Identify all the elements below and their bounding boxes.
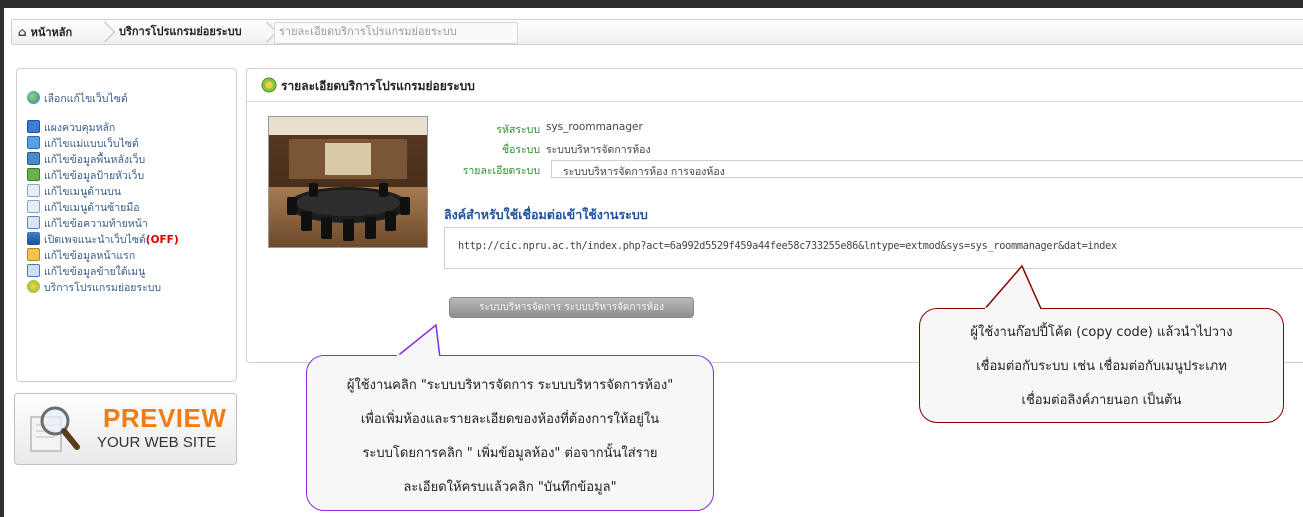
sidebar-item-template[interactable]: แก้ไขแม่แบบเว็บไซต์ xyxy=(27,136,139,152)
callout-line: ผู้ใช้งานก๊อปปี้โค้ด (copy code) แล้วนำไ… xyxy=(970,325,1233,340)
system-code-value: sys_roommanager xyxy=(546,121,643,133)
under-menu-icon xyxy=(27,264,40,277)
connection-url-text[interactable]: http://cic.npru.ac.th/index.php?act=6a99… xyxy=(458,241,1117,252)
sidebar-item-footer[interactable]: แก้ไขข้อความท้ายหน้า xyxy=(27,216,148,232)
callout-line: ละเอียดให้ครบแล้วคลิก "บันทึกข้อมูล" xyxy=(403,480,617,495)
callout-line: ผู้ใช้งานคลิก "ระบบบริหารจัดการ ระบบบริห… xyxy=(346,378,674,393)
sidebar-item-label: เลือกแก้ไขเว็บไซต์ xyxy=(44,93,128,105)
sidebar-item-modules[interactable]: บริการโปรแกรมย่อยระบบ xyxy=(27,280,161,296)
callout-line: เชื่อมต่อลิงค์ภายนอก เป็นต้น xyxy=(1021,393,1182,408)
preview-title: PREVIEW xyxy=(103,403,227,433)
sidebar-item-label: แก้ไขข้อมูลพื้นหลังเว็บ xyxy=(44,154,146,166)
room-management-button[interactable]: ระบบบริหารจัดการ ระบบบริหารจัดการห้อง xyxy=(449,297,694,318)
template-icon xyxy=(27,136,40,149)
left-menu-icon xyxy=(27,200,40,213)
sidebar-item-banner[interactable]: แก้ไขข้อมูลป้ายหัวเว็บ xyxy=(27,168,144,184)
sidebar-item-intro-page[interactable]: เปิดเพจแนะนำเว็บไซต์(OFF) xyxy=(27,232,179,248)
magnifier-icon xyxy=(30,406,80,452)
breadcrumb-level2[interactable]: บริการโปรแกรมย่อยระบบ xyxy=(119,20,242,44)
sidebar-item-homepage[interactable]: แก้ไขข้อมูลหน้าแรก xyxy=(27,248,135,264)
instruction-callout-button: ผู้ใช้งานคลิก "ระบบบริหารจัดการ ระบบบริห… xyxy=(306,355,714,511)
banner-icon xyxy=(27,168,40,181)
sidebar-item-left-menu[interactable]: แก้ไขเมนูด้านซ้ายมือ xyxy=(27,200,140,216)
sidebar-item-label: แก้ไขข้อมูลหน้าแรก xyxy=(44,250,136,262)
system-detail-label: รายละเอียดระบบ xyxy=(462,165,540,177)
callout-line: เชื่อมต่อกับระบบ เช่น เชื่อมต่อกับเมนูปร… xyxy=(976,359,1227,374)
top-menu-icon xyxy=(27,184,40,197)
sidebar-item-background[interactable]: แก้ไขข้อมูลพื้นหลังเว็บ xyxy=(27,152,145,168)
panel-header: รายละเอียดบริการโปรแกรมย่อยระบบ xyxy=(247,69,1303,102)
breadcrumb: ⌂ หน้าหลัก บริการโปรแกรมย่อยระบบ รายละเอี… xyxy=(11,19,1303,45)
system-detail-field: ระบบบริหารจัดการห้อง การจองห้อง xyxy=(551,160,1303,178)
background-icon xyxy=(27,152,40,165)
module-icon xyxy=(261,77,277,93)
callout-line: ระบบโดยการคลิก " เพิ่มข้อมูลห้อง" ต่อจาก… xyxy=(362,446,658,461)
breadcrumb-current: รายละเอียดบริการโปรแกรมย่อยระบบ xyxy=(279,25,457,38)
callout-line: เพื่อเพิ่มห้องและรายละเอียดของห้องที่ต้อ… xyxy=(360,412,660,427)
sidebar-item-under-menu[interactable]: แก้ไขข้อมูลข้ายใต้เมนู xyxy=(27,264,145,280)
breadcrumb-home[interactable]: ⌂ หน้าหลัก xyxy=(18,20,72,44)
preview-website-button[interactable]: PREVIEW YOUR WEB SITE xyxy=(14,393,237,465)
connection-url-field[interactable]: http://cic.npru.ac.th/index.php?act=6a99… xyxy=(444,227,1303,269)
sidebar-item-label: แก้ไขเมนูด้านซ้ายมือ xyxy=(44,202,140,214)
home-icon xyxy=(27,248,40,261)
sidebar-item-label: แก้ไขข้อมูลป้ายหัวเว็บ xyxy=(44,170,145,182)
breadcrumb-separator xyxy=(104,22,120,42)
system-name-value: ระบบบริหารจัดการห้อง xyxy=(546,144,651,156)
footer-icon xyxy=(27,216,40,229)
connection-link-title: ลิงค์สำหรับใช้เชื่อมต่อเข้าใช้งานระบบ xyxy=(444,207,648,222)
breadcrumb-home-label: หน้าหลัก xyxy=(30,26,73,39)
intro-page-icon xyxy=(27,232,40,245)
sidebar-item-label: แก้ไขข้อมูลข้ายใต้เมนู xyxy=(44,266,146,278)
globe-icon xyxy=(27,91,40,104)
sidebar: เลือกแก้ไขเว็บไซต์ แผงควบคุมหลัก แก้ไขแม… xyxy=(16,68,237,382)
sidebar-item-label: แก้ไขข้อความท้ายหน้า xyxy=(44,218,148,230)
panel-title: รายละเอียดบริการโปรแกรมย่อยระบบ xyxy=(281,79,475,93)
window-top-bar xyxy=(0,0,1303,8)
status-badge-off: (OFF) xyxy=(145,234,179,246)
room-photo xyxy=(268,116,428,248)
sidebar-item-select-website[interactable]: เลือกแก้ไขเว็บไซต์ xyxy=(27,91,128,107)
sidebar-item-dashboard[interactable]: แผงควบคุมหลัก xyxy=(27,120,115,136)
system-detail-value: ระบบบริหารจัดการห้อง การจองห้อง xyxy=(563,166,725,178)
instruction-callout-link: ผู้ใช้งานก๊อปปี้โค้ด (copy code) แล้วนำไ… xyxy=(919,308,1284,423)
sidebar-item-label: แก้ไขเมนูด้านบน xyxy=(44,186,122,198)
window-left-edge xyxy=(0,8,4,517)
sidebar-item-label: แก้ไขแม่แบบเว็บไซต์ xyxy=(44,138,139,150)
system-name-label: ชื่อระบบ xyxy=(501,144,540,156)
preview-subtitle: YOUR WEB SITE xyxy=(97,434,217,451)
grid-icon xyxy=(27,120,40,133)
home-icon: ⌂ xyxy=(18,25,27,39)
sidebar-item-top-menu[interactable]: แก้ไขเมนูด้านบน xyxy=(27,184,121,200)
sidebar-item-label: แผงควบคุมหลัก xyxy=(44,122,116,134)
sidebar-item-label: เปิดเพจแนะนำเว็บไซต์ xyxy=(44,234,146,246)
sidebar-item-label: บริการโปรแกรมย่อยระบบ xyxy=(44,282,162,294)
module-icon xyxy=(27,280,40,293)
system-code-label: รหัสระบบ xyxy=(496,124,540,136)
